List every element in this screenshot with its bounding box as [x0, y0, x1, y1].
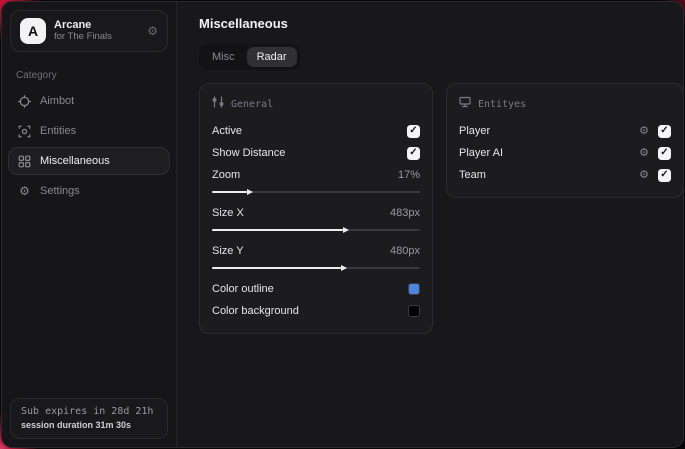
general-panel-title: General — [231, 98, 274, 110]
app-title: Arcane — [54, 19, 92, 32]
sidebar-item-label: Entities — [40, 125, 77, 137]
check-icon: ✓ — [409, 125, 418, 136]
entity-row-team: Team ⚙ ✓ — [459, 164, 671, 186]
player-ai-checkbox[interactable]: ✓ — [658, 146, 671, 160]
gear-icon[interactable]: ⚙ — [639, 169, 649, 181]
slider-row-zoom: Zoom 17% — [212, 164, 420, 186]
general-panel: General Active ✓ Show Distance ✓ Zoom 17… — [199, 83, 433, 334]
sidebar: A Arcane for The Finals ⚙ Category Aimbo… — [2, 2, 177, 447]
grid-icon — [18, 155, 31, 168]
entity-label: Player AI — [459, 147, 504, 159]
sidebar-item-label: Aimbot — [40, 95, 75, 107]
size-x-slider[interactable] — [212, 226, 420, 234]
gear-icon[interactable]: ⚙ — [639, 125, 649, 137]
check-icon: ✓ — [660, 125, 669, 136]
tab-group: Misc Radar — [199, 44, 300, 70]
outline-color-swatch[interactable] — [408, 283, 420, 295]
check-icon: ✓ — [409, 147, 418, 158]
sidebar-item-settings[interactable]: ⚙ Settings — [8, 177, 170, 205]
color-row-outline: Color outline — [212, 278, 420, 300]
size-x-slider-thumb[interactable] — [212, 229, 344, 231]
main-content: Miscellaneous Misc Radar General Active … — [177, 2, 683, 447]
settings-gear-icon[interactable]: ⚙ — [147, 24, 158, 38]
color-row-background: Color background — [212, 300, 420, 322]
show-distance-checkbox[interactable]: ✓ — [407, 146, 420, 160]
team-checkbox[interactable]: ✓ — [658, 168, 671, 182]
app-window: A Arcane for The Finals ⚙ Category Aimbo… — [1, 1, 684, 448]
app-subtitle: for The Finals — [54, 30, 112, 42]
slider-value: 483px — [390, 207, 420, 219]
active-checkbox[interactable]: ✓ — [407, 124, 420, 138]
sub-expires-text: Sub expires in 28d 21h — [21, 406, 154, 417]
sidebar-item-aimbot[interactable]: Aimbot — [8, 87, 170, 115]
app-header-card: A Arcane for The Finals ⚙ — [10, 10, 168, 52]
sidebar-item-label: Settings — [40, 185, 80, 197]
subscription-box: Sub expires in 28d 21h session duration … — [10, 398, 168, 439]
slider-row-size-y: Size Y 480px — [212, 240, 420, 262]
gear-icon: ⚙ — [19, 184, 30, 198]
slider-label: Zoom — [212, 169, 241, 181]
slider-value: 17% — [397, 169, 420, 181]
toggle-row-show-distance: Show Distance ✓ — [212, 142, 420, 164]
page-title: Miscellaneous — [199, 16, 288, 31]
zoom-slider-thumb[interactable] — [212, 191, 248, 193]
session-duration-text: session duration 31m 30s — [21, 420, 132, 430]
entities-icon — [18, 125, 31, 138]
sidebar-nav: Aimbot Entities Miscellaneous ⚙ Settings — [2, 87, 176, 205]
entity-label: Player — [459, 125, 491, 137]
tab-radar[interactable]: Radar — [246, 47, 297, 67]
zoom-slider[interactable] — [212, 188, 420, 196]
toggle-row-active: Active ✓ — [212, 120, 420, 142]
check-icon: ✓ — [660, 169, 669, 180]
check-icon: ✓ — [660, 147, 669, 158]
category-label: Category — [16, 70, 57, 81]
color-label: Color outline — [212, 283, 274, 295]
sliders-icon — [212, 95, 224, 113]
entity-row-player: Player ⚙ ✓ — [459, 120, 671, 142]
slider-row-size-x: Size X 483px — [212, 202, 420, 224]
sidebar-item-entities[interactable]: Entities — [8, 117, 170, 145]
crosshair-icon — [18, 94, 31, 108]
color-label: Color background — [212, 305, 299, 317]
slider-value: 480px — [390, 245, 420, 257]
gear-icon[interactable]: ⚙ — [639, 147, 649, 159]
slider-label: Size X — [212, 207, 244, 219]
toggle-label: Show Distance — [212, 147, 286, 159]
monitor-icon — [459, 95, 471, 113]
slider-label: Size Y — [212, 245, 244, 257]
tab-misc[interactable]: Misc — [202, 47, 245, 67]
player-checkbox[interactable]: ✓ — [658, 124, 671, 138]
sidebar-item-miscellaneous[interactable]: Miscellaneous — [8, 147, 170, 175]
background-color-swatch[interactable] — [408, 305, 420, 317]
entity-label: Team — [459, 169, 486, 181]
size-y-slider-thumb[interactable] — [212, 267, 341, 269]
sidebar-item-label: Miscellaneous — [40, 155, 110, 167]
size-y-slider[interactable] — [212, 264, 420, 272]
entities-panel-title: Entityes — [478, 98, 527, 110]
entities-panel: Entityes Player ⚙ ✓ Player AI ⚙ ✓ Team ⚙… — [446, 83, 683, 198]
toggle-label: Active — [212, 125, 242, 137]
app-logo: A — [20, 18, 46, 44]
entity-row-player-ai: Player AI ⚙ ✓ — [459, 142, 671, 164]
